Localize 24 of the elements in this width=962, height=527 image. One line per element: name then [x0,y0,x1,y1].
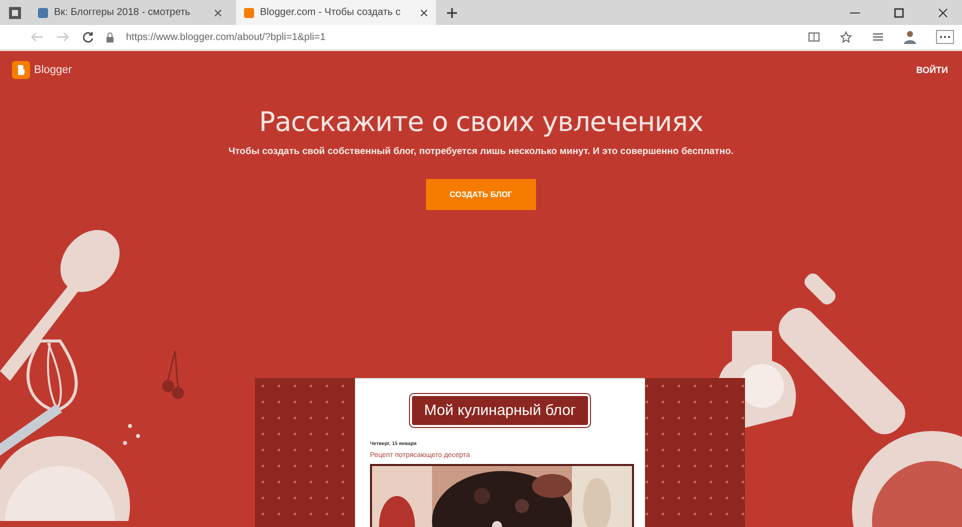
blogger-icon [244,8,254,18]
new-tab-icon[interactable] [446,6,458,18]
hub-icon[interactable] [872,31,884,43]
tab-preview-icon[interactable] [8,6,22,20]
more-icon[interactable] [936,30,954,44]
close-icon[interactable] [420,8,428,16]
blog-title: Мой кулинарный блог [410,394,590,427]
hero-subtitle: Чтобы создать свой собственный блог, потребуется лишь несколько минут. И это совершенно бесплатно. [228,146,734,157]
lock-icon [106,32,114,42]
close-icon[interactable] [214,8,222,16]
reading-view-icon[interactable] [808,31,820,43]
browser-tab[interactable]: Blogger.com - Чтобы создать с [236,0,436,25]
vk-icon [38,8,48,18]
blogger-logo-icon[interactable] [12,61,30,79]
hero-title: Расскажите о своих увлечениях [259,107,703,138]
maximize-icon[interactable] [894,8,904,18]
close-icon[interactable] [938,8,948,18]
user-avatar-icon[interactable] [904,30,916,44]
star-icon[interactable] [840,31,852,43]
refresh-icon[interactable] [82,31,94,43]
sign-in-link[interactable]: ВОЙТИ [916,65,948,75]
address-field[interactable]: https://www.blogger.com/about/?bpli=1&pli=1 [126,32,788,42]
logo-text[interactable]: Blogger [34,64,72,76]
browser-tab[interactable]: Вк: Блоггеры 2018 - смотреть [30,0,230,25]
